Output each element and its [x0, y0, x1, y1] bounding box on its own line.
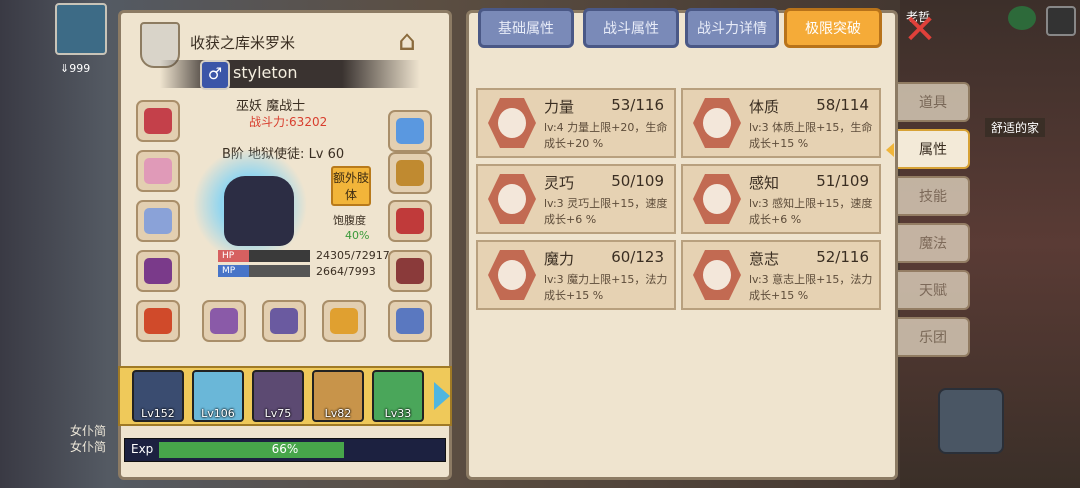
male-gender-icon: ♂: [200, 60, 230, 90]
stat-name: 意志: [749, 250, 780, 268]
body-icon: [693, 98, 741, 148]
swirl-icon: [488, 250, 536, 300]
mp-value: 2664/7993: [316, 265, 376, 278]
stat-description: lv:3 感知上限+15，速度成长+6 %: [749, 197, 873, 226]
satiety-value: 40%: [345, 229, 370, 242]
weapon-switch-button[interactable]: [938, 388, 1004, 454]
stat-value: 52/116: [816, 248, 869, 266]
currency-icon: ⇓: [60, 62, 70, 75]
stat-description: lv:3 体质上限+15，生命成长+15 %: [749, 121, 873, 150]
home-label: 舒适的家: [985, 118, 1046, 137]
stat-name: 体质: [749, 98, 780, 116]
stat-description: lv:4 力量上限+20，生命成长+20 %: [544, 121, 668, 150]
side-tab[interactable]: 乐团: [898, 317, 970, 357]
stat-card[interactable]: 力量 53/116 lv:4 力量上限+20，生命成长+20 %: [476, 88, 676, 158]
stat-card[interactable]: 魔力 60/123 lv:3 魔力上限+15，法力成长+15 %: [476, 240, 676, 310]
stat-value: 51/109: [816, 172, 869, 190]
exit-icon[interactable]: [1046, 6, 1076, 36]
equip-slot-chest[interactable]: [388, 200, 432, 242]
party-member[interactable]: Lv75: [252, 370, 304, 422]
party-next-arrow-icon[interactable]: [434, 382, 450, 410]
party-member[interactable]: Lv82: [312, 370, 364, 422]
player-avatar[interactable]: [55, 3, 107, 55]
stat-name: 魔力: [544, 250, 575, 268]
tab-power-details[interactable]: 战斗力详情: [685, 8, 779, 48]
party-member-level: Lv33: [384, 407, 412, 420]
close-icon[interactable]: ✕: [900, 10, 940, 50]
side-tab[interactable]: 魔法: [898, 223, 970, 263]
equip-slot-weapon-1[interactable]: [202, 300, 246, 342]
stat-value: 53/116: [611, 96, 664, 114]
stat-description: lv:3 魔力上限+15，法力成长+15 %: [544, 273, 668, 302]
equip-slot-bow[interactable]: [322, 300, 366, 342]
network-icon[interactable]: [1008, 6, 1036, 30]
party-member-level: Lv106: [201, 407, 235, 420]
equip-slot-offhand[interactable]: [388, 250, 432, 292]
stat-card[interactable]: 灵巧 50/109 lv:3 灵巧上限+15，速度成长+6 %: [476, 164, 676, 234]
party-member[interactable]: Lv152: [132, 370, 184, 422]
chat-text-2: 女仆简: [70, 440, 107, 454]
equip-slot-armor[interactable]: [136, 250, 180, 292]
hp-label: HP: [222, 251, 235, 261]
hp-bar: HP: [218, 250, 310, 262]
stat-name: 感知: [749, 174, 780, 192]
character-title: 收获之库米罗米: [190, 34, 296, 52]
stat-card[interactable]: 意志 52/116 lv:3 意志上限+15，法力成长+15 %: [681, 240, 881, 310]
side-tab[interactable]: 道具: [898, 82, 970, 122]
eye-icon: [693, 174, 741, 224]
stat-value: 60/123: [611, 248, 664, 266]
party-member[interactable]: Lv106: [192, 370, 244, 422]
hp-value: 24305/72917: [316, 249, 390, 262]
currency-count: 999: [69, 62, 91, 75]
will-icon: [693, 250, 741, 300]
equip-slot-belt[interactable]: [136, 300, 180, 342]
stat-name: 灵巧: [544, 174, 575, 192]
exp-value: 66%: [271, 442, 299, 456]
stat-name: 力量: [544, 98, 575, 116]
wardrobe-hanger-icon[interactable]: ⌂: [385, 24, 429, 60]
party-member-level: Lv75: [264, 407, 292, 420]
extra-limb-button[interactable]: 额外肢体: [331, 166, 371, 206]
equip-slot-helmet[interactable]: [136, 100, 180, 142]
side-tab[interactable]: 属性: [898, 129, 970, 169]
run-icon: [488, 174, 536, 224]
active-side-tab-arrow-icon: [886, 143, 894, 157]
username: styleton: [233, 63, 298, 82]
satiety-label: 饱腹度: [333, 214, 366, 227]
equip-slot-ring[interactable]: [388, 300, 432, 342]
party-member-level: Lv152: [141, 407, 175, 420]
side-tab[interactable]: 技能: [898, 176, 970, 216]
currency-display: ⇓999: [60, 62, 100, 90]
equip-slot-wings[interactable]: [136, 200, 180, 242]
stat-value: 50/109: [611, 172, 664, 190]
equip-slot-gem[interactable]: [388, 110, 432, 152]
equip-slot-weapon-2[interactable]: [262, 300, 306, 342]
character-class: 巫妖 魔战士: [236, 99, 306, 114]
equip-slot-amulet[interactable]: [136, 150, 180, 192]
equip-slot-gloves[interactable]: [388, 152, 432, 194]
tab-limit-break[interactable]: 极限突破: [784, 8, 882, 48]
stat-card[interactable]: 感知 51/109 lv:3 感知上限+15，速度成长+6 %: [681, 164, 881, 234]
party-member-level: Lv82: [324, 407, 352, 420]
tab-battle-attributes[interactable]: 战斗属性: [583, 8, 679, 48]
combat-power: 战斗力:63202: [249, 115, 328, 129]
stat-description: lv:3 灵巧上限+15，速度成长+6 %: [544, 197, 668, 226]
side-tab[interactable]: 天赋: [898, 270, 970, 310]
hero-sprite[interactable]: [224, 176, 294, 246]
stat-value: 58/114: [816, 96, 869, 114]
tab-basic-attributes[interactable]: 基础属性: [478, 8, 574, 48]
exp-bar: Exp 66%: [124, 438, 446, 462]
muscle-icon: [488, 98, 536, 148]
stat-card[interactable]: 体质 58/114 lv:3 体质上限+15，生命成长+15 %: [681, 88, 881, 158]
party-member[interactable]: Lv33: [372, 370, 424, 422]
mp-label: MP: [222, 266, 236, 276]
mp-bar: MP: [218, 265, 310, 277]
chat-text-1: 女仆简: [70, 424, 107, 438]
stat-description: lv:3 意志上限+15，法力成长+15 %: [749, 273, 873, 302]
